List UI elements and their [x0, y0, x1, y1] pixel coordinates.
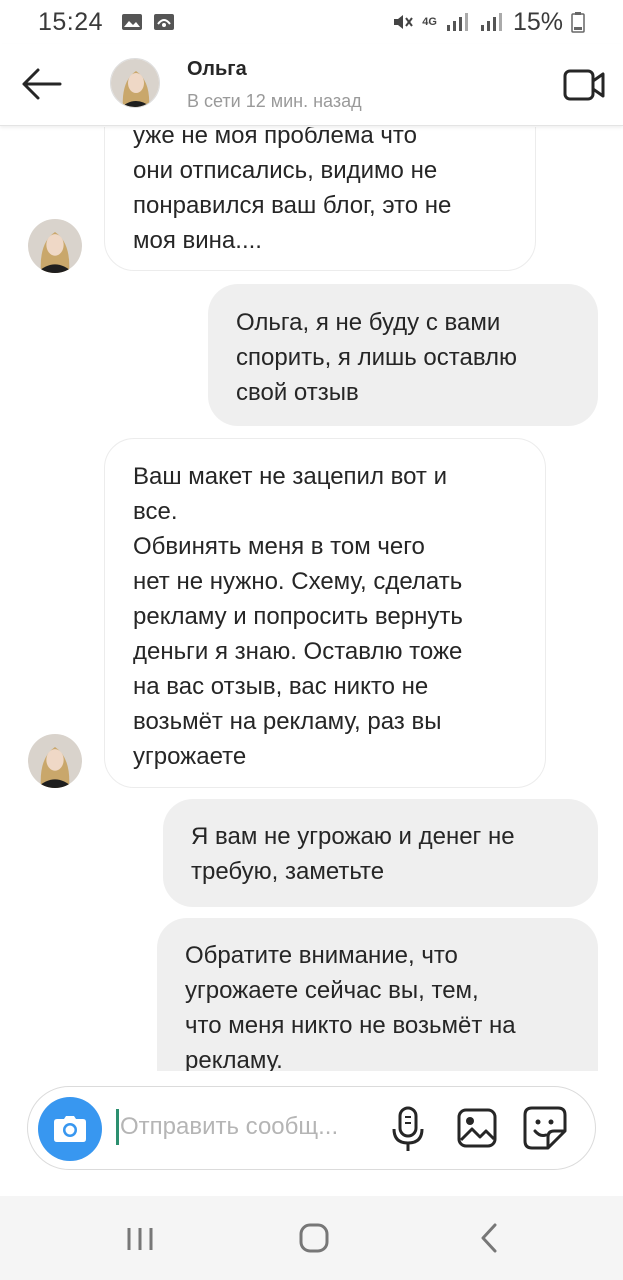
network-type: 4G	[422, 16, 437, 28]
chevron-left-icon	[481, 1223, 497, 1253]
message-line: угрожаете	[133, 743, 247, 770]
message-line: Я вам не угрожаю и денег не	[191, 823, 515, 850]
sticker-icon	[523, 1106, 567, 1150]
message-line: на вас отзыв, вас никто не	[133, 673, 429, 700]
message-bubble-outgoing[interactable]: Я вам не угрожаю и денег не требую, заме…	[163, 799, 598, 907]
voice-message-button[interactable]	[390, 1105, 426, 1153]
system-nav-bar	[0, 1196, 623, 1280]
message-line: спорить, я лишь оставлю	[236, 344, 518, 371]
message-line: Ваш макет не зацепил вот и	[133, 463, 447, 490]
signal-icon	[446, 13, 468, 31]
chat-header: Ольга В сети 12 мин. назад	[0, 44, 623, 126]
message-line: свой отзыв	[236, 379, 359, 406]
gallery-icon	[457, 1108, 497, 1148]
sender-avatar[interactable]	[28, 219, 82, 273]
contact-name[interactable]: Ольга	[187, 58, 247, 81]
message-line: моя вина....	[133, 227, 262, 254]
camera-icon	[54, 1116, 86, 1142]
signal-icon-2	[480, 13, 502, 31]
camera-button[interactable]	[38, 1097, 102, 1161]
mute-vibrate-icon	[394, 15, 414, 29]
message-composer	[27, 1086, 596, 1170]
sticker-button[interactable]	[522, 1105, 568, 1151]
status-bar: 15:24 4G 15%	[0, 0, 623, 44]
battery-percent: 15%	[512, 7, 563, 36]
home-button[interactable]	[298, 1222, 330, 1254]
avatar-image	[28, 734, 82, 788]
back-button[interactable]	[18, 64, 64, 104]
message-line: Обратите внимание, что	[185, 942, 458, 969]
message-line: они отписались, видимо не	[133, 157, 438, 184]
message-line: Ольга, я не буду с вами	[236, 309, 501, 336]
microphone-icon	[392, 1106, 424, 1151]
image-notification-icon	[122, 14, 143, 30]
contact-status: В сети 12 мин. назад	[187, 91, 362, 111]
message-line: нет не нужно. Схему, сделать	[133, 568, 463, 595]
message-input[interactable]	[120, 1107, 375, 1147]
message-line: возьмёт на рекламу, раз вы	[133, 708, 442, 735]
gallery-button[interactable]	[456, 1107, 498, 1149]
message-thread[interactable]: уже не моя проблема что они отписались, …	[0, 127, 623, 1071]
message-line: что меня никто не возьмёт на	[185, 1012, 516, 1039]
message-line: рекламу и попросить вернуть	[133, 603, 463, 630]
home-icon	[299, 1223, 329, 1253]
message-bubble-outgoing[interactable]: Обратите внимание, что угрожаете сейчас …	[157, 918, 598, 1071]
message-line: деньги я знаю. Оставлю тоже	[133, 638, 463, 665]
message-line: требую, заметьте	[191, 858, 385, 885]
message-line: угрожаете сейчас вы, тем,	[185, 977, 479, 1004]
video-call-button[interactable]	[562, 66, 606, 104]
battery-icon	[571, 12, 585, 33]
message-line: рекламу.	[185, 1047, 283, 1071]
system-back-button[interactable]	[478, 1222, 500, 1254]
recent-apps-button[interactable]	[124, 1226, 156, 1252]
status-time: 15:24	[38, 7, 104, 36]
sender-avatar[interactable]	[28, 734, 82, 788]
message-line: Обвинять меня в том чего	[133, 533, 425, 560]
settings-notification-icon	[154, 14, 175, 30]
contact-avatar[interactable]	[110, 58, 160, 108]
message-line: все.	[133, 498, 178, 525]
message-bubble-incoming[interactable]: уже не моя проблема что они отписались, …	[104, 127, 536, 271]
message-bubble-incoming[interactable]: Ваш макет не зацепил вот и все. Обвинять…	[104, 438, 546, 788]
message-line: уже не моя проблема что	[133, 127, 417, 149]
message-line: понравился ваш блог, это не	[133, 192, 452, 219]
avatar-image	[28, 219, 82, 273]
avatar-image	[111, 59, 159, 107]
arrow-left-icon	[22, 68, 62, 100]
text-caret	[116, 1109, 119, 1145]
recent-apps-icon	[127, 1228, 153, 1250]
message-bubble-outgoing[interactable]: Ольга, я не буду с вами спорить, я лишь …	[208, 284, 598, 426]
video-camera-icon	[563, 69, 605, 101]
